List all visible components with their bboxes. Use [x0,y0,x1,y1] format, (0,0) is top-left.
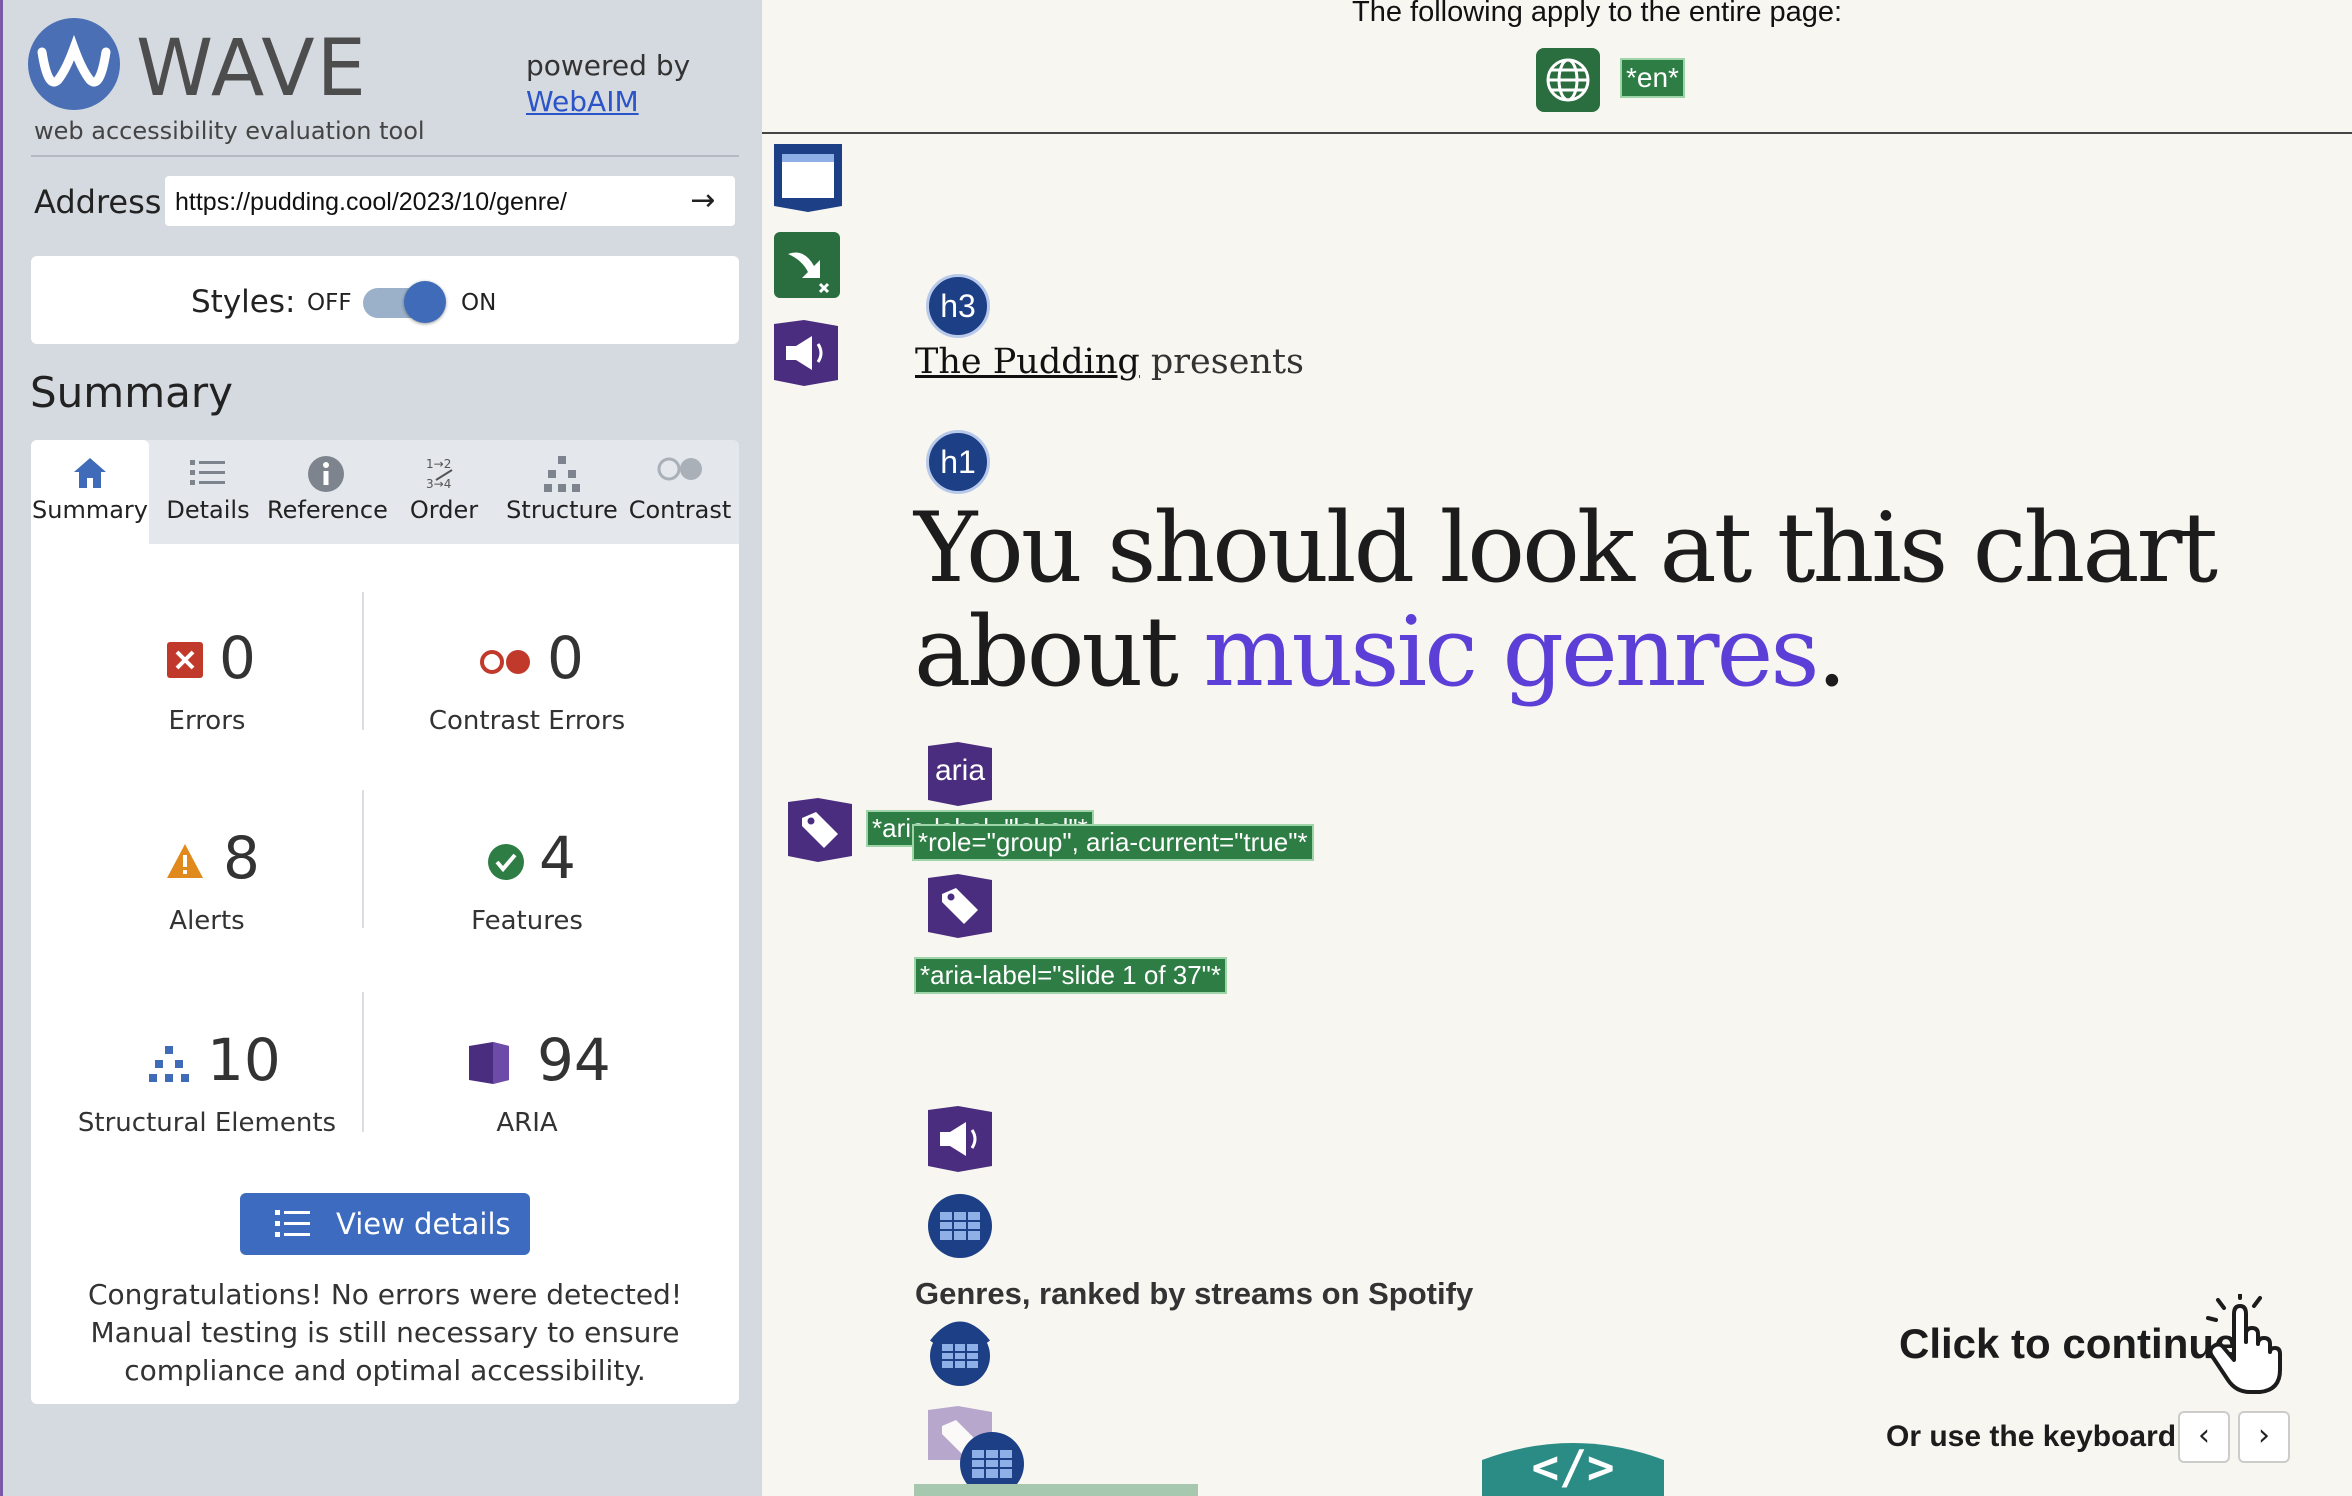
wave-logo-text: WAVE [136,24,368,114]
role-group-tag[interactable]: *role="group", aria-current="true"* [912,824,1314,861]
tab-summary[interactable]: Summary [31,440,149,544]
home-icon [31,440,149,496]
svg-text:1→2: 1→2 [426,457,451,471]
contrast-errors-label: Contrast Errors [428,706,626,736]
page-wide-heading: The following apply to the entire page: [1352,0,1843,28]
tab-label: Order [409,496,479,524]
errors-label: Errors [168,706,246,736]
tab-label: Structure [506,496,618,524]
code-badge-label: </> [1531,1440,1615,1494]
tag-icon[interactable] [926,872,994,944]
tab-label: Reference [267,496,388,524]
info-icon [267,440,385,496]
list-icon [149,440,267,496]
tab-reference[interactable]: Reference [267,440,388,544]
aria-icon [465,1040,513,1090]
page-title: You should look at this chart about musi… [914,496,2314,704]
aria-badge-label: aria [934,754,986,787]
tab-structure[interactable]: Structure [503,440,621,544]
click-to-continue[interactable]: Click to continue [1899,1320,2237,1368]
contrast-icon [621,440,739,496]
prev-key-button[interactable]: ‹ [2178,1411,2230,1463]
headline-accent: music genres [1203,596,1819,708]
congrats-message: Congratulations! No errors were detected… [87,1278,683,1387]
styles-label: Styles: [191,284,296,320]
tab-label: Details [166,496,250,524]
webaim-link[interactable]: WebAIM [526,85,639,118]
tag-icon[interactable] [786,796,854,868]
divider [362,790,364,928]
alerts-count[interactable]: 8 [223,824,260,892]
tab-details[interactable]: Details [149,440,267,544]
table-icon[interactable] [926,1312,994,1392]
arrow-right-icon[interactable]: → [686,184,720,218]
structure-icon [503,440,621,496]
wave-sidebar: WAVE web accessibility evaluation tool p… [0,0,762,1496]
headline-period: . [1816,596,1847,708]
summary-panel [31,544,739,1404]
tab-order[interactable]: 1→2 3→4 Order [385,440,503,544]
skip-link-icon[interactable] [774,232,840,302]
styles-off-label: OFF [307,290,352,316]
divider [31,155,739,157]
list-icon [273,1206,313,1246]
aria-badge[interactable]: aria [926,740,994,808]
contrast-errors-count[interactable]: 0 [547,624,584,692]
powered-by: powered by WebAIM [526,48,690,121]
live-region-icon[interactable] [772,318,840,392]
keyboard-hint: Or use the keyboard [1886,1420,2177,1453]
h1-badge[interactable]: h1 [926,430,990,494]
address-label: Address: [34,183,173,221]
label-tag-faded [914,1484,1198,1496]
chart-title: Genres, ranked by streams on Spotify [915,1276,1474,1311]
live-region-icon[interactable] [926,1104,994,1178]
page-content: The following apply to the entire page: … [762,0,2352,1496]
code-icon[interactable]: </> [1482,1436,1664,1496]
wave-logo-icon [28,18,120,110]
language-badge[interactable]: *en* [1620,58,1685,98]
tab-label: Summary [32,496,148,524]
powered-by-text: powered by [526,49,691,82]
features-count[interactable]: 4 [539,824,576,892]
tab-label: Contrast [628,496,732,524]
table-icon[interactable] [926,1192,994,1264]
alert-icon [165,842,205,884]
error-icon [167,642,203,682]
structure-icon [147,1044,191,1088]
divider [362,992,364,1132]
hand-pointer-icon [2194,1292,2290,1402]
address-input[interactable]: https://pudding.cool/2023/10/genre/ [165,176,735,226]
alerts-label: Alerts [169,906,245,936]
summary-heading: Summary [30,368,233,417]
styles-toggle-knob[interactable] [404,281,446,323]
slide-label-tag[interactable]: *aria-label="slide 1 of 37"* [914,957,1228,994]
globe-icon[interactable] [1536,48,1600,112]
errors-count[interactable]: 0 [219,624,256,692]
aria-label: ARIA [496,1108,558,1138]
wave-tagline: web accessibility evaluation tool [34,117,425,145]
divider [362,592,364,730]
next-key-button[interactable]: › [2238,1411,2290,1463]
order-icon: 1→2 3→4 [385,440,503,496]
feature-check-icon [487,843,525,885]
features-label: Features [471,906,583,936]
window-icon[interactable] [772,140,844,218]
divider [762,132,2352,134]
structural-label: Structural Elements [77,1108,337,1138]
aria-count[interactable]: 94 [537,1026,611,1094]
brand-line: The Pudding presents [915,342,1304,382]
tab-contrast[interactable]: Contrast [621,440,739,544]
presents-text: presents [1150,342,1304,382]
brand-link[interactable]: The Pudding [915,342,1140,382]
contrast-error-icon [479,648,533,680]
h3-badge[interactable]: h3 [926,274,990,338]
styles-on-label: ON [461,290,497,316]
structural-count[interactable]: 10 [207,1026,281,1094]
